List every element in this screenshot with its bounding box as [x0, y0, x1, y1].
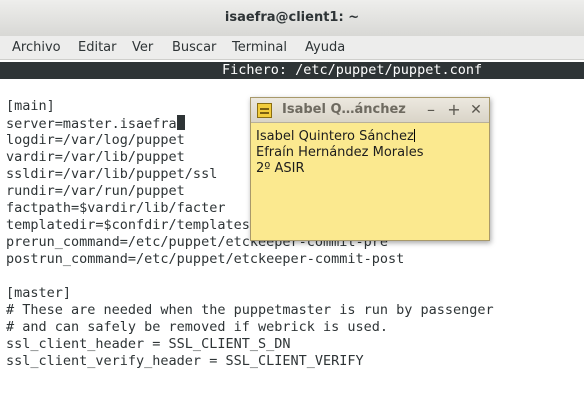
text-cursor: [176, 115, 185, 130]
file-line: [master]: [6, 285, 72, 301]
menu-ver[interactable]: Ver: [132, 40, 153, 55]
note-line: 2º ASIR: [256, 161, 305, 176]
menu-ayuda[interactable]: Ayuda: [305, 40, 345, 55]
note-line: Efraín Hernández Morales: [256, 145, 424, 160]
menu-terminal[interactable]: Terminal: [232, 40, 287, 55]
note-line-cursor: Isabel Quintero Sánchez: [256, 129, 424, 145]
nano-file-label: Fichero: /etc/puppet/puppet.conf: [222, 62, 483, 78]
file-line: ssl_client_header = SSL_CLIENT_S_DN: [6, 336, 291, 352]
note-titlebar[interactable]: Isabel Q…ánchez – + ✕: [251, 98, 489, 123]
sticky-note-window[interactable]: Isabel Q…ánchez – + ✕ Isabel Quintero Sá…: [250, 97, 490, 241]
text-caret: [413, 129, 415, 142]
menu-bar: Archivo Editar Ver Buscar Terminal Ayuda: [0, 36, 584, 60]
sticky-note-icon: [257, 103, 272, 118]
note-line: Isabel Quintero Sánchez: [256, 129, 414, 144]
note-title: Isabel Q…ánchez: [282, 102, 406, 117]
file-line: ssl_client_verify_header = SSL_CLIENT_VE…: [6, 353, 364, 369]
menu-buscar[interactable]: Buscar: [172, 40, 216, 55]
file-line: # and can safely be removed if webrick i…: [6, 319, 389, 335]
minimize-button[interactable]: –: [421, 100, 441, 120]
nano-version: GNU nano 2.2.6: [38, 79, 153, 95]
file-line: # These are needed when the puppetmaster…: [6, 302, 494, 318]
nano-header-bar: GNU nano 2.2.6 Fichero: /etc/puppet/pupp…: [0, 62, 584, 95]
menu-editar[interactable]: Editar: [78, 40, 117, 55]
maximize-button[interactable]: +: [444, 100, 464, 120]
window-title: isaefra@client1: ~: [0, 0, 584, 36]
file-line: [6, 268, 494, 285]
menu-archivo[interactable]: Archivo: [12, 40, 61, 55]
close-button[interactable]: ✕: [466, 100, 486, 120]
note-text-area[interactable]: Isabel Quintero Sánchez Efraín Hernández…: [256, 129, 424, 177]
file-line: postrun_command=/etc/puppet/etckeeper-co…: [6, 251, 405, 267]
file-line: server=master.isaefra: [6, 116, 177, 132]
